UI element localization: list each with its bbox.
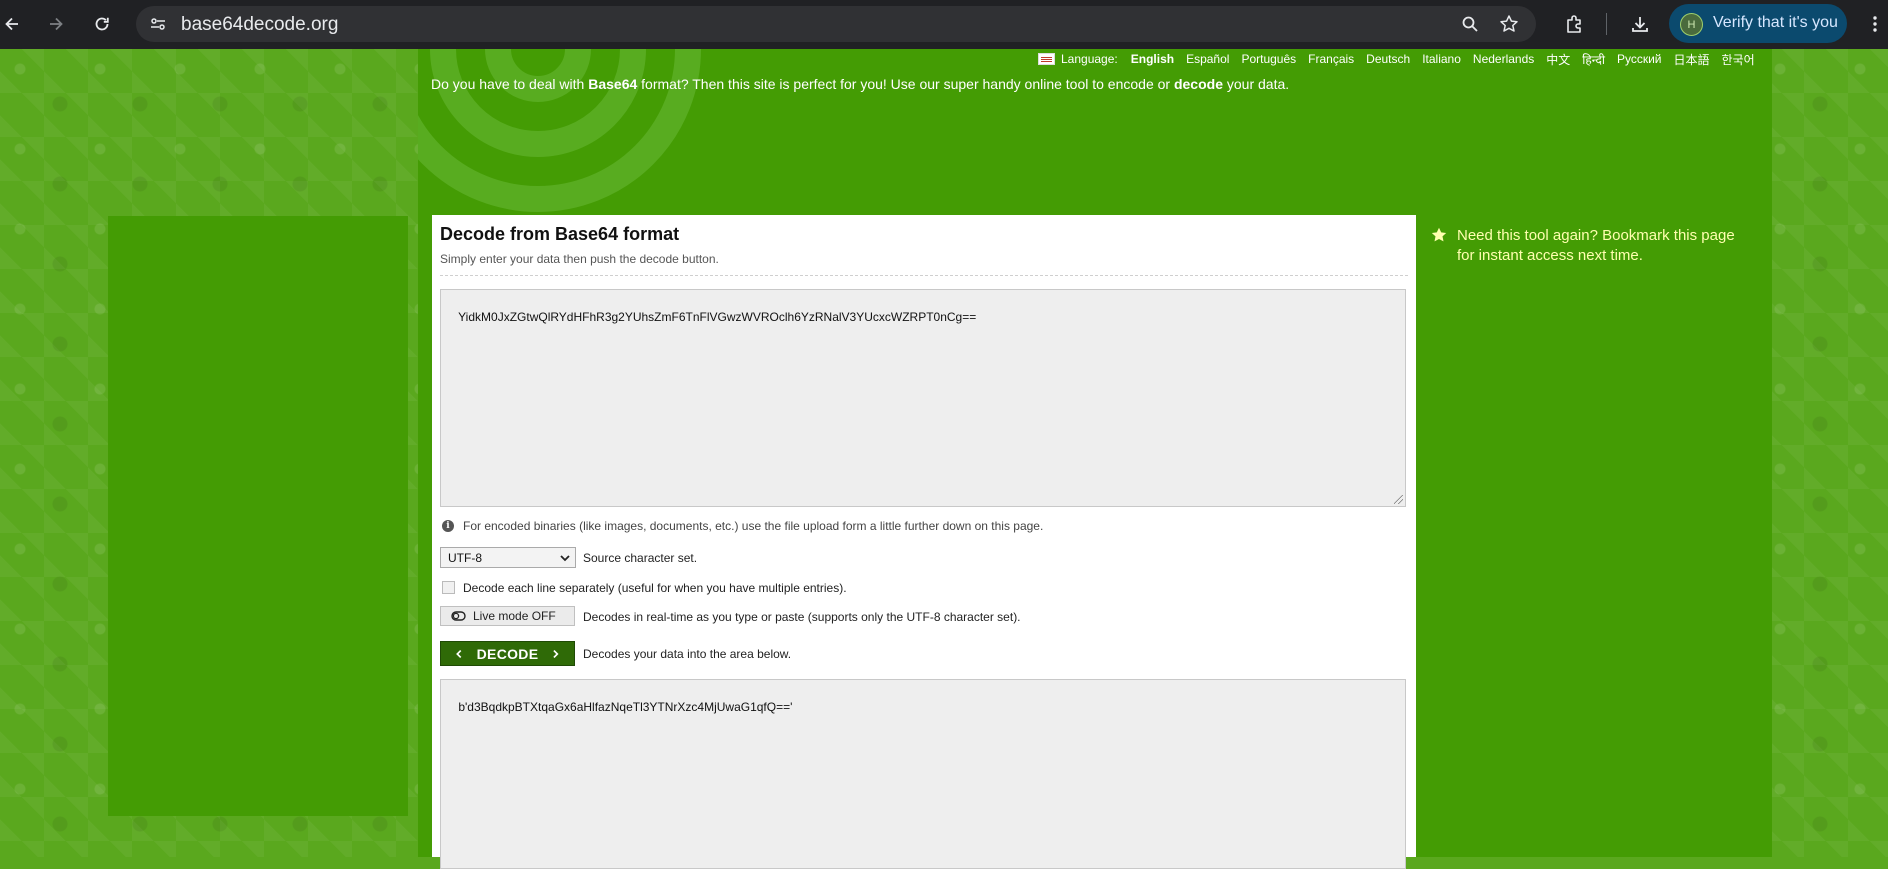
chevron-left-icon — [456, 649, 462, 658]
decode-tool-card: Decode from Base64 format Simply enter y… — [432, 215, 1416, 869]
info-icon: i — [442, 520, 454, 532]
lang-japanese[interactable]: 日本語 — [1674, 51, 1710, 68]
decode-lines-label[interactable]: Decode each line separately (useful for … — [463, 581, 847, 595]
intro-part2: format? Then this site is perfect for yo… — [637, 76, 1174, 92]
input-value: YidkM0JxZGtwQlRYdHFhR3g2YUhsZmF6TnFlVGwz… — [458, 310, 977, 324]
lang-hindi[interactable]: हिन्दी — [1582, 51, 1605, 68]
intro-base64: Base64 — [588, 76, 638, 92]
zoom-icon[interactable] — [1458, 12, 1482, 36]
lang-english[interactable]: English — [1131, 52, 1174, 66]
charset-select[interactable]: UTF-8 — [440, 547, 576, 568]
decode-description: Decodes your data into the area below. — [583, 647, 792, 661]
toggle-off-icon — [451, 611, 466, 621]
lang-espanol[interactable]: Español — [1186, 52, 1229, 66]
swirl-decoration — [418, 49, 701, 212]
page-subtitle: Simply enter your data then push the dec… — [440, 252, 719, 266]
binary-note: i For encoded binaries (like images, doc… — [442, 519, 1043, 533]
base64-input-textarea[interactable]: YidkM0JxZGtwQlRYdHFhR3g2YUhsZmF6TnFlVGwz… — [440, 289, 1406, 507]
charset-label: Source character set. — [583, 551, 698, 565]
bookmark-tip-text: Need this tool again? Bookmark this page… — [1457, 227, 1735, 264]
lang-chinese[interactable]: 中文 — [1546, 51, 1570, 68]
decode-lines-checkbox[interactable] — [442, 581, 455, 594]
url-text: base64decode.org — [181, 14, 339, 35]
menu-kebab-icon[interactable] — [1863, 12, 1887, 36]
chevron-down-icon — [560, 555, 570, 562]
page-title: Decode from Base64 format — [440, 224, 680, 244]
binary-note-text: For encoded binaries (like images, docum… — [463, 519, 1044, 533]
lang-deutsch[interactable]: Deutsch — [1366, 52, 1410, 66]
live-mode-description: Decodes in real-time as you type or past… — [583, 610, 1021, 624]
address-bar[interactable]: base64decode.org — [136, 6, 1536, 42]
toolbar-separator — [1606, 13, 1607, 35]
intro-decode: decode — [1173, 76, 1223, 92]
back-icon[interactable] — [0, 12, 24, 36]
intro-part1: Do you have to deal with — [431, 76, 589, 92]
decoded-output-textarea[interactable]: b'd3BqdkpBTXtqaGx6aHlfazNqeTl3YTNrXzc4Mj… — [440, 679, 1406, 869]
live-mode-toggle-button[interactable]: Live mode OFF — [440, 606, 575, 626]
divider — [440, 275, 1408, 276]
site-settings-icon[interactable] — [146, 12, 170, 36]
language-label: Language: — [1061, 52, 1118, 66]
language-bar: Language: English Español Português Fran… — [1038, 50, 1767, 68]
decode-button[interactable]: DECODE — [440, 641, 575, 666]
lang-russian[interactable]: Русский — [1617, 52, 1662, 66]
star-icon — [1431, 227, 1447, 242]
lang-portugues[interactable]: Português — [1241, 52, 1296, 66]
live-mode-label: Live mode OFF — [473, 609, 556, 623]
charset-value: UTF-8 — [448, 551, 482, 565]
lang-korean[interactable]: 한국어 — [1722, 51, 1755, 68]
output-value: b'd3BqdkpBTXtqaGx6aHlfazNqeTl3YTNrXzc4Mj… — [458, 700, 793, 714]
browser-toolbar: base64decode.org H Verify that it's you — [0, 0, 1888, 49]
lang-nederlands[interactable]: Nederlands — [1473, 52, 1534, 66]
reload-icon[interactable] — [90, 12, 114, 36]
bookmark-star-icon[interactable] — [1497, 12, 1521, 36]
verify-identity-button[interactable]: H Verify that it's you — [1669, 4, 1847, 43]
chevron-right-icon — [553, 649, 559, 658]
resize-handle-icon[interactable] — [1394, 495, 1403, 504]
decode-label: DECODE — [476, 645, 539, 662]
lang-italiano[interactable]: Italiano — [1422, 52, 1461, 66]
downloads-icon[interactable] — [1628, 12, 1652, 36]
lang-francais[interactable]: Français — [1308, 52, 1354, 66]
left-ad-panel — [108, 216, 408, 816]
intro-text: Do you have to deal with Base64 format? … — [431, 76, 1289, 92]
extensions-icon[interactable] — [1562, 12, 1586, 36]
forward-icon[interactable] — [44, 12, 68, 36]
intro-part3: your data. — [1222, 76, 1290, 92]
profile-avatar: H — [1680, 13, 1703, 36]
verify-label: Verify that it's you — [1713, 14, 1838, 31]
language-flag-icon — [1038, 53, 1055, 65]
